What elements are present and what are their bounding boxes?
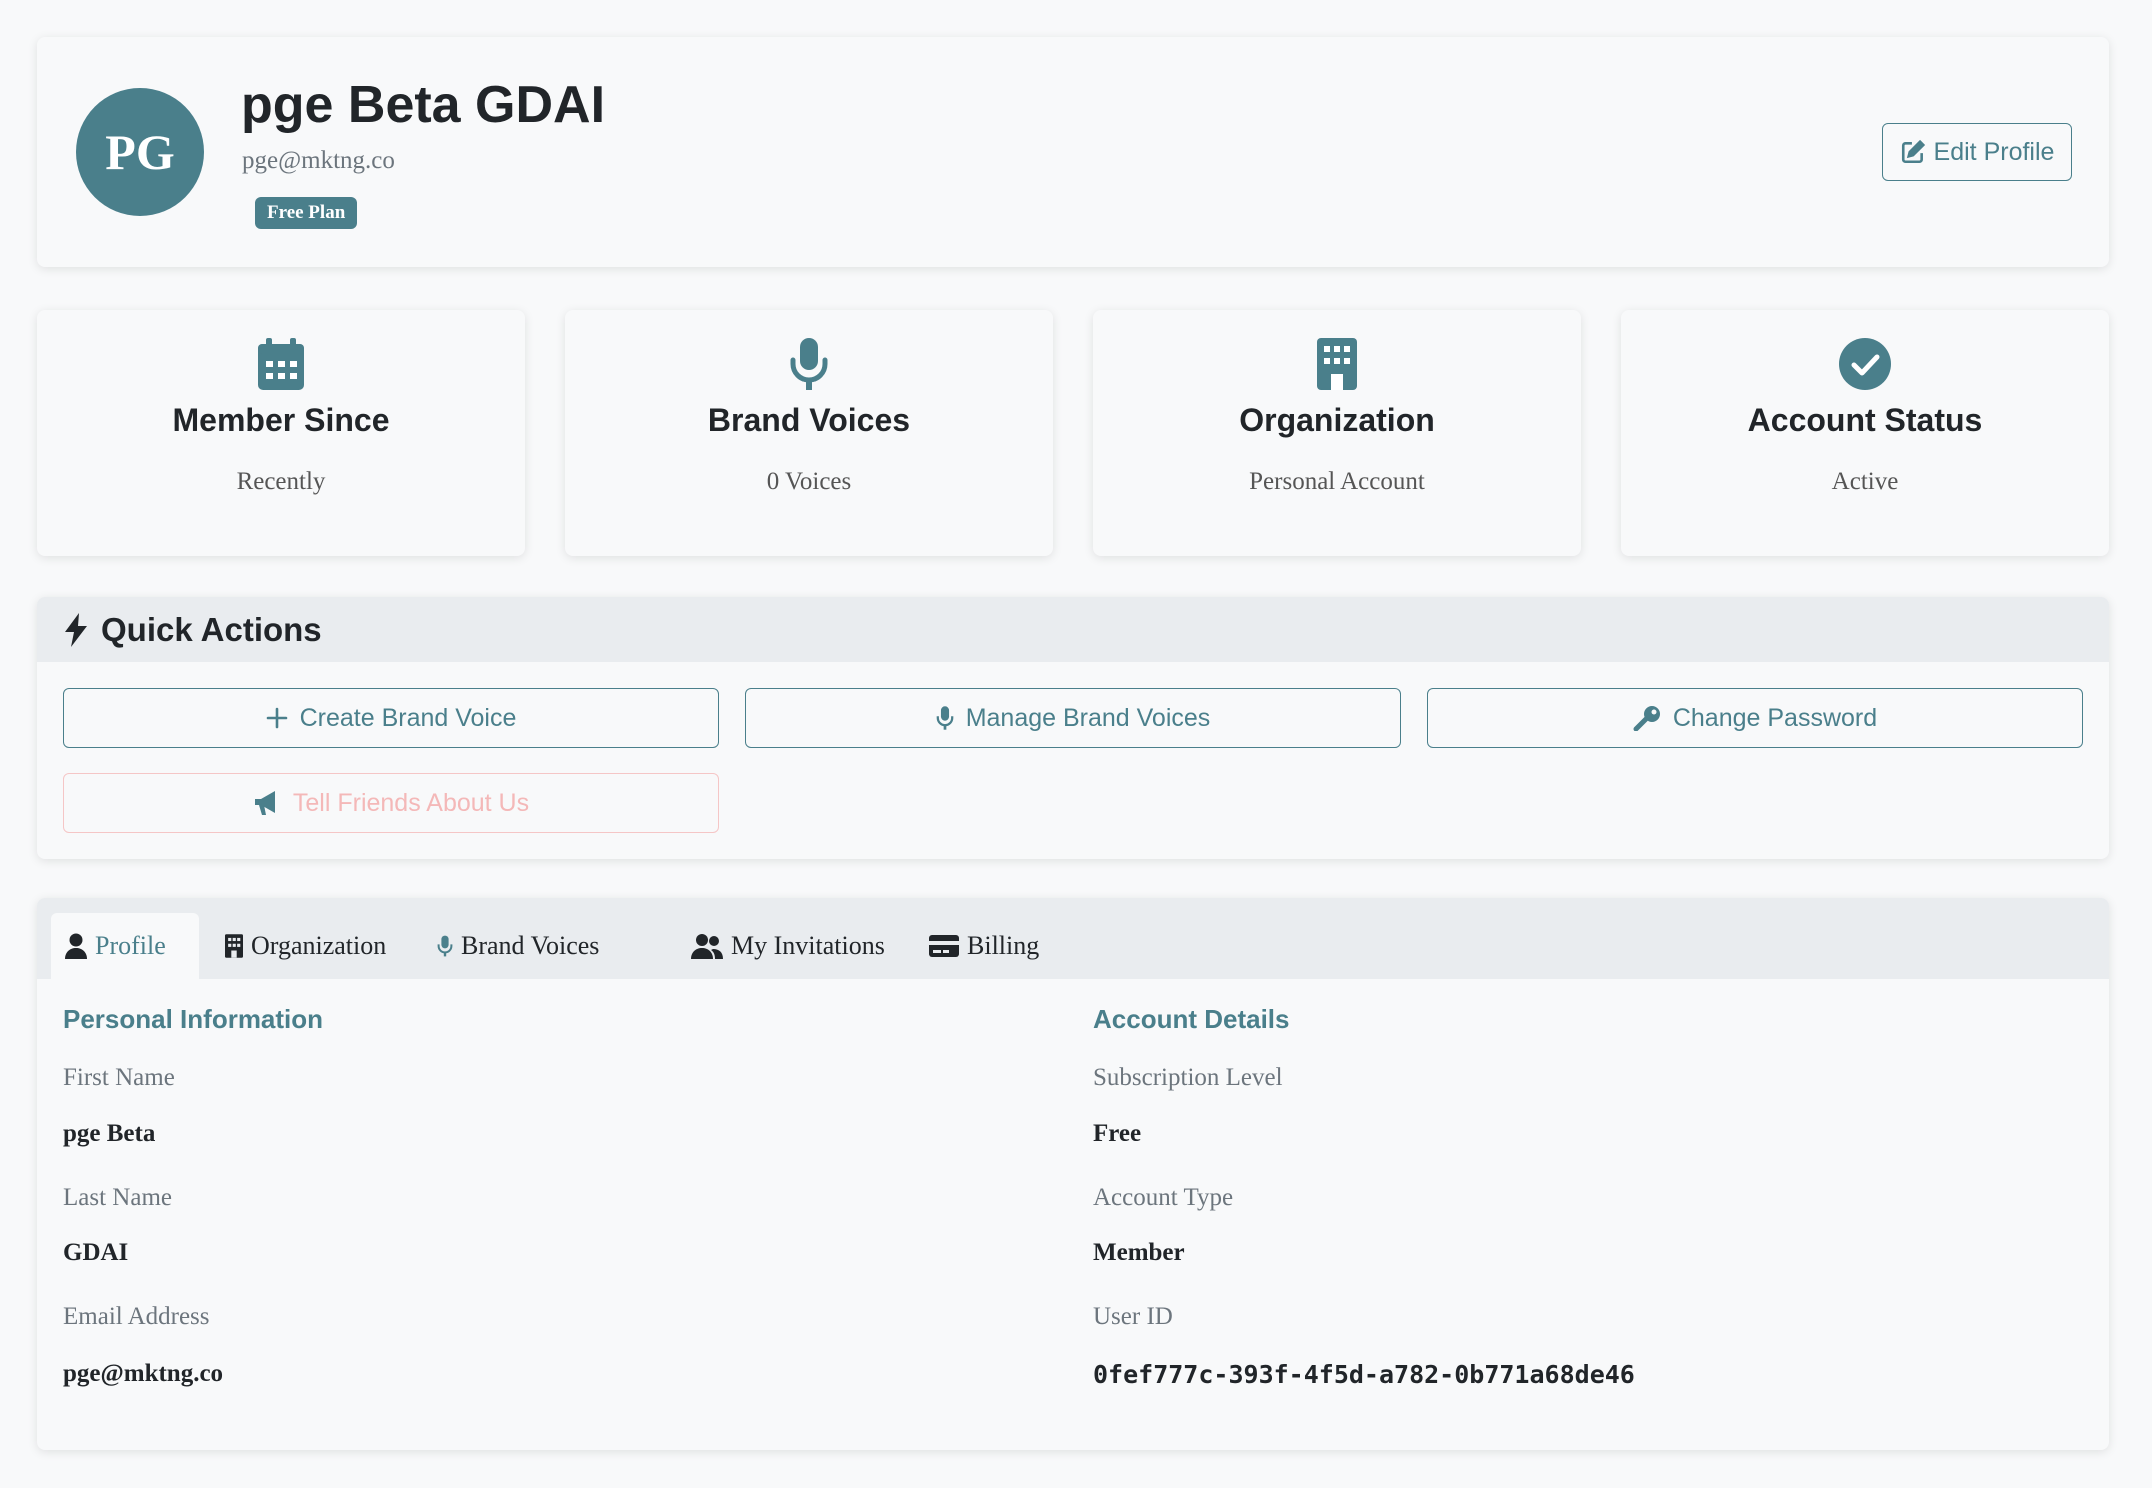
create-brand-voice-button[interactable]: Create Brand Voice <box>63 688 719 748</box>
stat-value: Personal Account <box>1249 468 1425 495</box>
tab-label: Brand Voices <box>461 931 600 960</box>
quick-actions-card: Quick Actions Create Brand Voice Manage … <box>37 597 2109 859</box>
button-label: Change Password <box>1672 703 1878 732</box>
profile-tabs-card: Profile Organization Brand Voices My Inv… <box>37 898 2109 1450</box>
profile-name: pge Beta GDAI <box>241 76 606 134</box>
stat-card-member-since: Member Since Recently <box>37 310 525 556</box>
personal-information-title: Personal Information <box>63 1004 324 1034</box>
stat-card-organization: Organization Personal Account <box>1093 310 1581 556</box>
quick-actions-header: Quick Actions <box>37 597 2109 662</box>
tell-friends-button[interactable]: Tell Friends About Us <box>63 773 719 833</box>
credit-card-icon <box>929 935 959 957</box>
stat-title: Brand Voices <box>707 402 911 438</box>
edit-profile-label: Edit Profile <box>1933 137 2055 166</box>
check-circle-icon <box>1621 338 2109 390</box>
profile-email: pge@mktng.co <box>242 147 395 174</box>
account-details-title: Account Details <box>1093 1004 1290 1034</box>
avatar: PG <box>76 88 204 216</box>
email-value: pge@mktng.co <box>63 1360 224 1387</box>
last-name-value: GDAI <box>63 1239 129 1266</box>
tab-label: My Invitations <box>731 931 885 960</box>
calendar-icon <box>37 338 525 390</box>
button-label: Create Brand Voice <box>299 703 517 732</box>
user-icon <box>65 933 87 959</box>
tab-label: Organization <box>251 931 387 960</box>
stat-card-account-status: Account Status Active <box>1621 310 2109 556</box>
stat-title: Account Status <box>1747 402 1983 438</box>
first-name-value: pge Beta <box>63 1120 156 1147</box>
manage-brand-voices-button[interactable]: Manage Brand Voices <box>745 688 1401 748</box>
stat-card-brand-voices: Brand Voices 0 Voices <box>565 310 1053 556</box>
megaphone-icon <box>253 790 281 816</box>
button-label: Tell Friends About Us <box>292 788 530 817</box>
key-icon <box>1633 705 1661 731</box>
subscription-level-value: Free <box>1093 1120 1142 1147</box>
first-name-label: First Name <box>63 1064 175 1091</box>
users-icon <box>691 933 723 959</box>
stat-value: Active <box>1831 468 1899 495</box>
plus-icon <box>266 707 288 729</box>
microphone-icon <box>437 933 453 959</box>
tab-my-invitations[interactable]: My Invitations <box>677 913 899 979</box>
microphone-icon <box>936 705 954 731</box>
account-type-label: Account Type <box>1093 1184 1234 1211</box>
profile-header-card: PG pge Beta GDAI pge@mktng.co Free Plan … <box>37 37 2109 267</box>
edit-profile-button[interactable]: Edit Profile <box>1882 123 2072 181</box>
bolt-icon <box>63 612 89 647</box>
edit-icon <box>1900 139 1926 165</box>
tab-brand-voices[interactable]: Brand Voices <box>423 913 613 979</box>
tab-organization[interactable]: Organization <box>211 913 400 979</box>
stat-value: 0 Voices <box>766 468 852 495</box>
user-id-label: User ID <box>1093 1303 1173 1330</box>
change-password-button[interactable]: Change Password <box>1427 688 2083 748</box>
last-name-label: Last Name <box>63 1184 172 1211</box>
stat-value: Recently <box>236 468 326 495</box>
subscription-level-label: Subscription Level <box>1093 1064 1283 1091</box>
tab-label: Billing <box>967 931 1040 960</box>
account-type-value: Member <box>1093 1239 1185 1266</box>
user-id-value: 0fef777c-393f-4f5d-a782-0b771a68de46 <box>1093 1360 1635 1389</box>
quick-actions-title: Quick Actions <box>101 610 322 648</box>
microphone-icon <box>565 338 1053 390</box>
tab-billing[interactable]: Billing <box>915 913 1053 979</box>
email-label: Email Address <box>63 1303 210 1330</box>
tab-label: Profile <box>95 931 166 960</box>
stat-title: Organization <box>1239 402 1435 438</box>
stat-title: Member Since <box>172 402 390 438</box>
tab-profile[interactable]: Profile <box>51 913 199 979</box>
building-icon <box>225 934 243 958</box>
button-label: Manage Brand Voices <box>965 703 1211 732</box>
building-icon <box>1093 338 1581 390</box>
plan-badge: Free Plan <box>255 197 358 229</box>
tab-bar: Profile Organization Brand Voices My Inv… <box>37 898 2109 979</box>
